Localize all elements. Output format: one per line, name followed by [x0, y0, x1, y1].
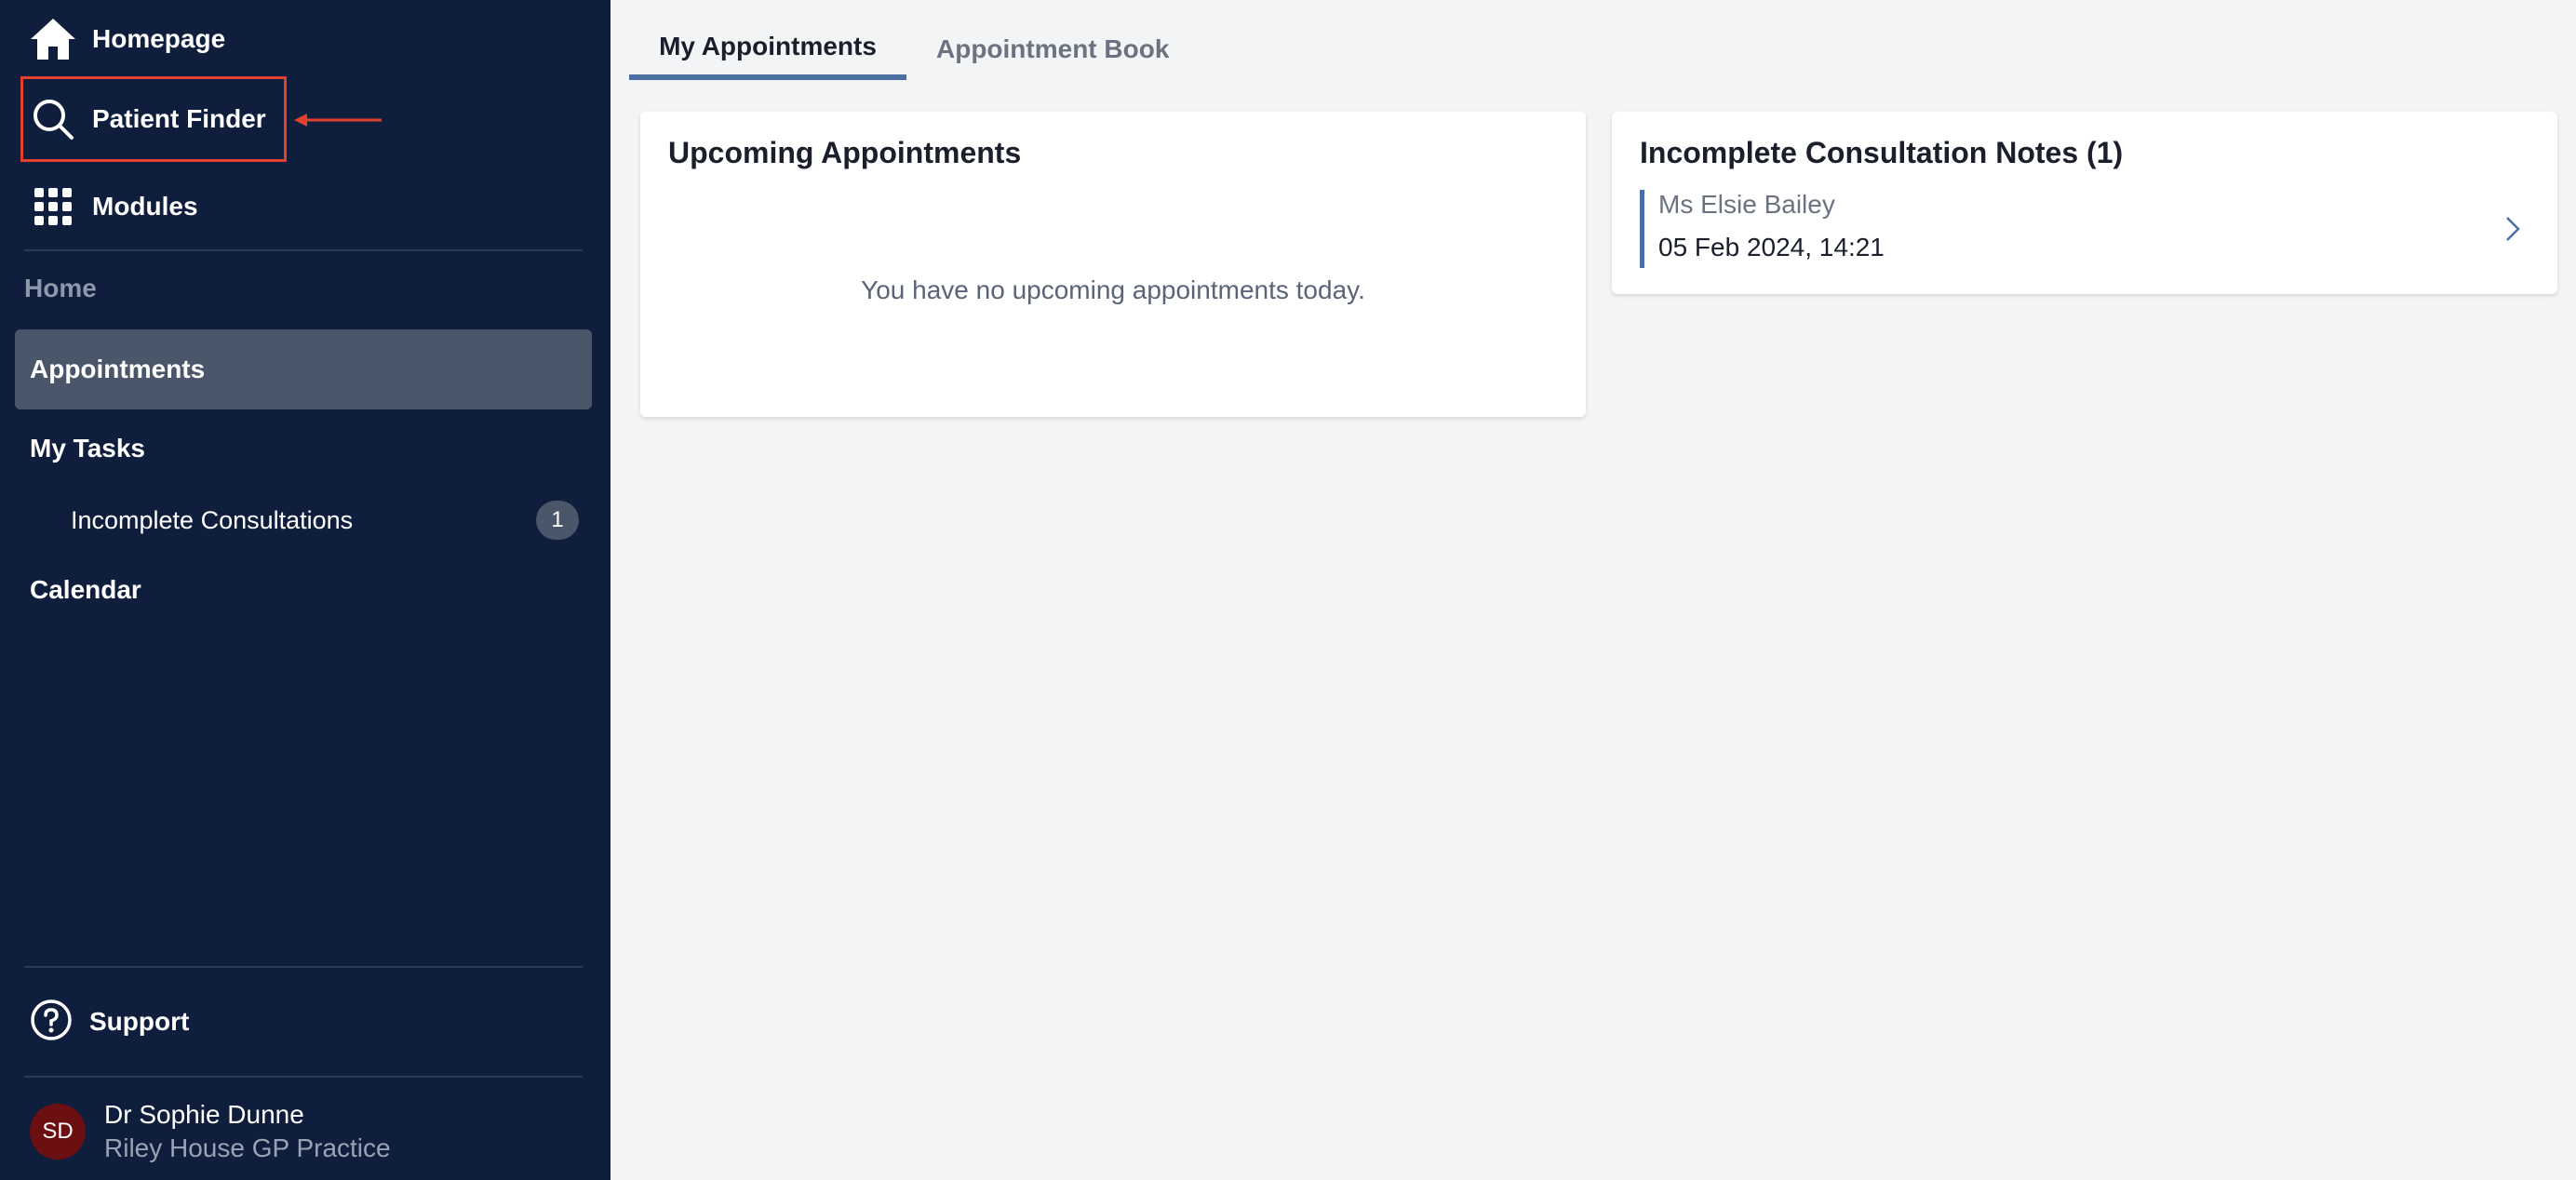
note-datetime: 05 Feb 2024, 14:21 — [1658, 233, 1885, 261]
list-item[interactable]: Ms Elsie Bailey 05 Feb 2024, 14:21 — [1640, 190, 2529, 268]
modules-link[interactable]: Modules — [24, 168, 285, 246]
user-profile[interactable]: SD Dr Sophie Dunne Riley House GP Practi… — [30, 1098, 391, 1165]
count-badge: 1 — [536, 501, 579, 540]
user-name: Dr Sophie Dunne — [104, 1100, 304, 1129]
support-label: Support — [89, 1007, 190, 1036]
empty-state-message: You have no upcoming appointments today. — [861, 275, 1365, 304]
incomplete-consultations-label: Incomplete Consultations — [71, 505, 354, 534]
tab-my-appointments[interactable]: My Appointments — [629, 19, 906, 80]
incomplete-notes-card: Incomplete Consultation Notes (1) Ms Els… — [1612, 112, 2557, 294]
sidebar-divider — [24, 249, 583, 251]
annotation-arrow-icon — [294, 114, 382, 127]
home-icon — [26, 12, 80, 66]
patient-name: Ms Elsie Bailey — [1658, 190, 1835, 219]
avatar: SD — [30, 1104, 86, 1160]
card-title: Upcoming Appointments — [668, 136, 1022, 169]
sidebar-item-my-tasks[interactable]: My Tasks — [30, 434, 145, 463]
user-info: Dr Sophie Dunne Riley House GP Practice — [104, 1098, 391, 1165]
homepage-link[interactable]: Homepage — [24, 0, 285, 78]
homepage-label: Homepage — [92, 24, 226, 53]
sidebar-item-appointments[interactable]: Appointments — [15, 329, 592, 409]
sidebar-divider — [24, 966, 583, 968]
card-title: Incomplete Consultation Notes (1) — [1640, 136, 2124, 169]
upcoming-appointments-card: Upcoming Appointments You have no upcomi… — [640, 112, 1586, 417]
modules-label: Modules — [92, 192, 198, 221]
section-heading-home: Home — [24, 274, 97, 302]
sidebar: Homepage Patient Finder Modules Home App… — [0, 0, 610, 1180]
sidebar-item-incomplete-consultations[interactable]: Incomplete Consultations 1 — [71, 501, 579, 540]
app-root: Homepage Patient Finder Modules Home App… — [0, 0, 2576, 1180]
support-link[interactable]: Support — [30, 999, 189, 1044]
tab-appointment-book[interactable]: Appointment Book — [936, 19, 1169, 80]
annotation-highlight-box — [20, 76, 287, 162]
user-organisation: Riley House GP Practice — [104, 1133, 391, 1162]
help-icon — [30, 999, 73, 1046]
accent-bar — [1640, 190, 1644, 268]
grid-icon — [26, 180, 80, 234]
sidebar-divider — [24, 1076, 583, 1078]
chevron-right-icon — [2506, 217, 2520, 241]
sidebar-item-calendar[interactable]: Calendar — [30, 575, 141, 605]
